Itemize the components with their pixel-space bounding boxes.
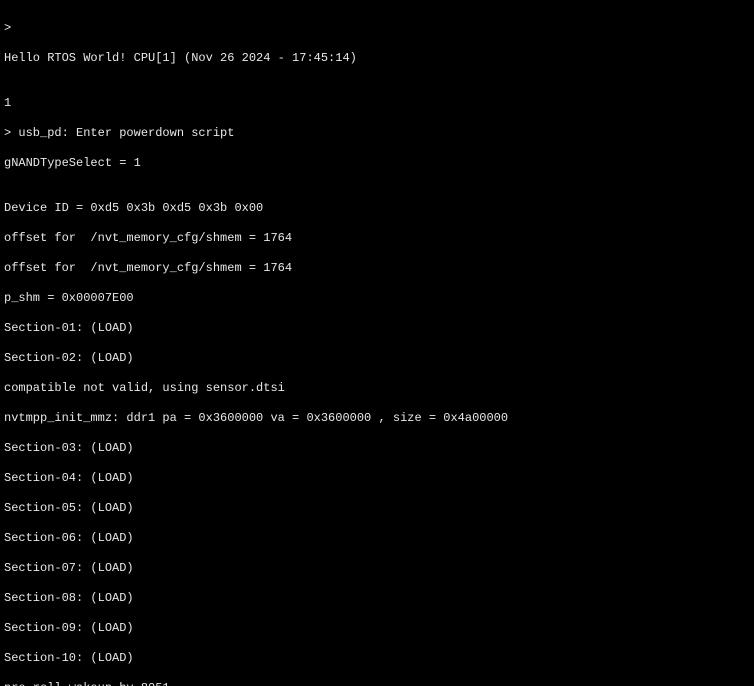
- log-line: Section-04: (LOAD): [4, 471, 750, 486]
- log-line: 1: [4, 96, 750, 111]
- log-line: Section-06: (LOAD): [4, 531, 750, 546]
- log-line: gNANDTypeSelect = 1: [4, 156, 750, 171]
- log-line: Section-03: (LOAD): [4, 441, 750, 456]
- log-line: Section-10: (LOAD): [4, 651, 750, 666]
- log-line: p_shm = 0x00007E00: [4, 291, 750, 306]
- log-line: > usb_pd: Enter powerdown script: [4, 126, 750, 141]
- terminal-output: > Hello RTOS World! CPU[1] (Nov 26 2024 …: [0, 0, 754, 686]
- log-line: pre-roll wakeup by 8051: [4, 681, 750, 686]
- log-line: Section-08: (LOAD): [4, 591, 750, 606]
- log-line: offset for /nvt_memory_cfg/shmem = 1764: [4, 231, 750, 246]
- log-line: Section-07: (LOAD): [4, 561, 750, 576]
- log-line: Section-01: (LOAD): [4, 321, 750, 336]
- log-line: nvtmpp_init_mmz: ddr1 pa = 0x3600000 va …: [4, 411, 750, 426]
- log-line: Hello RTOS World! CPU[1] (Nov 26 2024 - …: [4, 51, 750, 66]
- log-line: Device ID = 0xd5 0x3b 0xd5 0x3b 0x00: [4, 201, 750, 216]
- log-line: >: [4, 21, 750, 36]
- log-line: Section-05: (LOAD): [4, 501, 750, 516]
- log-line: compatible not valid, using sensor.dtsi: [4, 381, 750, 396]
- log-line: Section-02: (LOAD): [4, 351, 750, 366]
- log-line: Section-09: (LOAD): [4, 621, 750, 636]
- log-line: offset for /nvt_memory_cfg/shmem = 1764: [4, 261, 750, 276]
